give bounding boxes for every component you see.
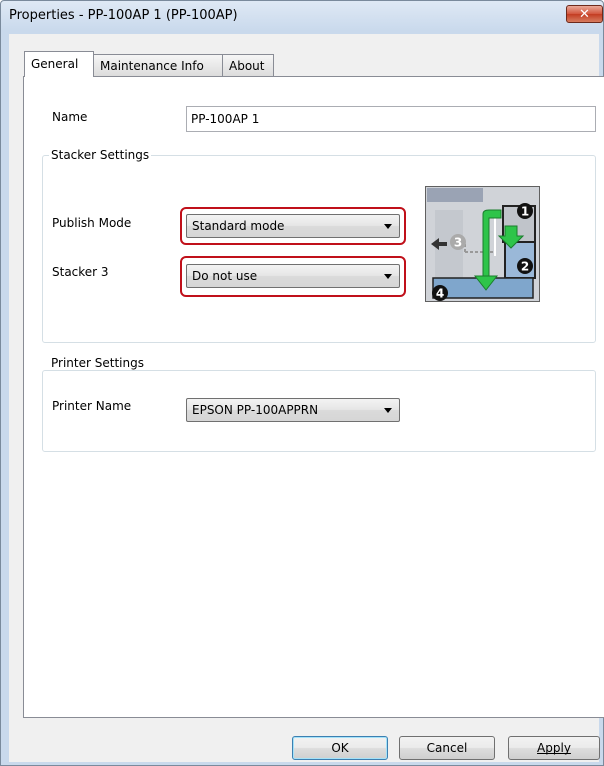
printer-name-label: Printer Name	[52, 399, 132, 413]
diagram-number: 3	[454, 236, 462, 250]
name-input[interactable]: PP-100AP 1	[186, 106, 596, 132]
printer-top-shape	[427, 188, 483, 202]
stacker3-value: Do not use	[192, 269, 258, 283]
chevron-down-icon	[384, 274, 392, 279]
title-bar[interactable]: Properties - PP-100AP 1 (PP-100AP)	[1, 1, 601, 31]
diagram-number: 1	[521, 205, 529, 219]
diagram-number: 4	[436, 287, 444, 301]
printer-name-value: EPSON PP-100APPRN	[192, 403, 319, 417]
tab-label: Maintenance Info	[100, 59, 204, 73]
apply-button[interactable]: Apply	[508, 736, 600, 760]
chevron-down-icon	[384, 408, 392, 413]
printer-settings-legend: Printer Settings	[49, 356, 146, 370]
ok-button-label: OK	[331, 741, 349, 755]
publish-mode-value: Standard mode	[192, 219, 285, 233]
chevron-down-icon	[384, 224, 392, 229]
tab-label: About	[229, 59, 265, 73]
stacker3-select[interactable]: Do not use	[186, 264, 400, 288]
publish-mode-select[interactable]: Standard mode	[186, 214, 400, 238]
cancel-button[interactable]: Cancel	[399, 736, 495, 760]
tab-about[interactable]: About	[222, 54, 274, 76]
ok-button[interactable]: OK	[292, 736, 388, 760]
stacker-settings-legend: Stacker Settings	[49, 148, 152, 162]
window-title: Properties - PP-100AP 1 (PP-100AP)	[9, 8, 238, 23]
apply-button-label: Apply	[537, 741, 571, 755]
tab-label: General	[31, 57, 79, 71]
diagram-number: 2	[521, 260, 529, 274]
close-button[interactable]: ✕	[566, 5, 603, 23]
stacker-diagram: 1 2 3 4	[425, 186, 540, 302]
close-icon: ✕	[579, 7, 590, 22]
tab-maintenance-info[interactable]: Maintenance Info	[93, 54, 223, 76]
name-label: Name	[52, 110, 88, 124]
cancel-button-label: Cancel	[426, 741, 468, 755]
publish-mode-label: Publish Mode	[52, 216, 132, 230]
tab-general[interactable]: General	[24, 51, 94, 77]
name-input-value: PP-100AP 1	[191, 112, 260, 126]
stacker3-label: Stacker 3	[52, 265, 109, 279]
printer-name-select[interactable]: EPSON PP-100APPRN	[186, 398, 400, 422]
